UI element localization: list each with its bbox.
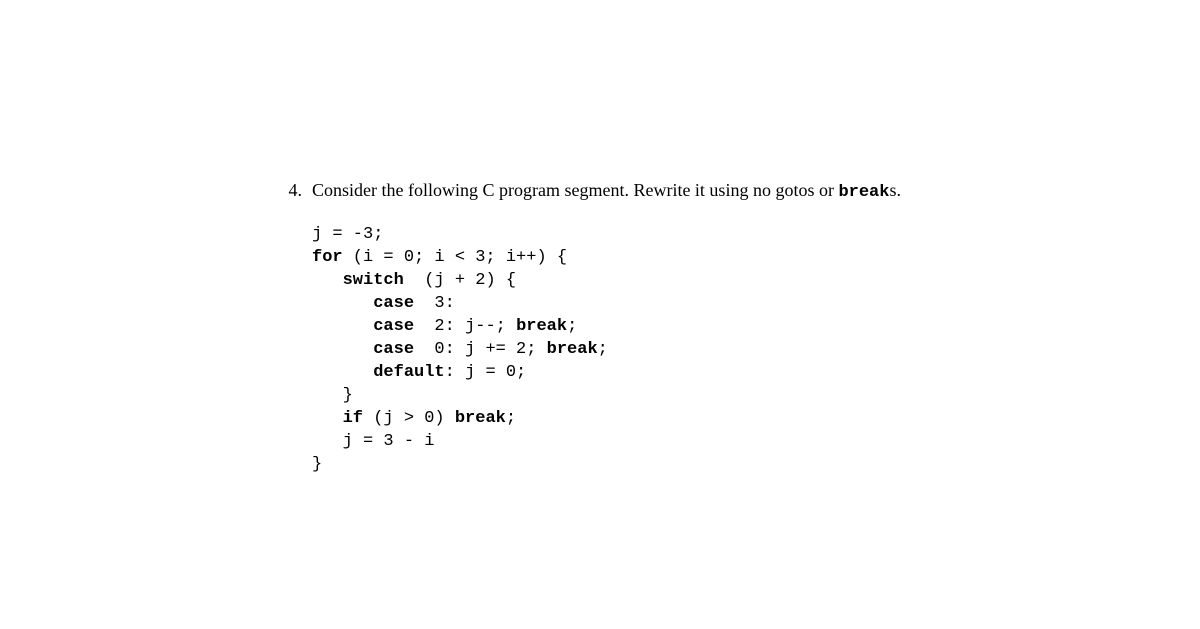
keyword-default: default [373,363,444,382]
code-line-3: (j + 2) { [404,271,516,290]
keyword-break-2: break [547,340,598,359]
keyword-case-3: case [373,294,414,313]
problem-block: 4. Consider the following C program segm… [280,178,1000,476]
code-line-8: } [312,386,353,405]
keyword-for: for [312,248,343,267]
keyword-case-0: case [373,340,414,359]
keyword-break-3: break [455,409,506,428]
code-line-5b: ; [567,317,577,336]
code-line-7: : j = 0; [445,363,527,382]
prompt-text-a: Consider the following C program segment… [312,180,838,200]
problem-prompt: Consider the following C program segment… [312,178,901,205]
page: 4. Consider the following C program segm… [0,0,1200,629]
code-line-10: j = 3 - i [312,432,434,451]
prompt-text-b: s. [889,180,901,200]
code-line-5a: 2: j--; [414,317,516,336]
code-line-6a: 0: j += 2; [414,340,547,359]
problem-body: Consider the following C program segment… [312,178,901,476]
code-line-1: j = -3; [312,225,383,244]
keyword-break: break [838,183,889,202]
code-line-9a: (j > 0) [363,409,455,428]
keyword-switch: switch [343,271,404,290]
problem-number: 4. [280,178,302,202]
code-line-11: } [312,455,322,474]
keyword-case-2: case [373,317,414,336]
code-line-6b: ; [598,340,608,359]
keyword-break-1: break [516,317,567,336]
code-line-4: 3: [414,294,455,313]
code-block: j = -3; for (i = 0; i < 3; i++) { switch… [312,223,901,476]
keyword-if: if [343,409,363,428]
code-line-2: (i = 0; i < 3; i++) { [343,248,567,267]
code-line-9b: ; [506,409,516,428]
